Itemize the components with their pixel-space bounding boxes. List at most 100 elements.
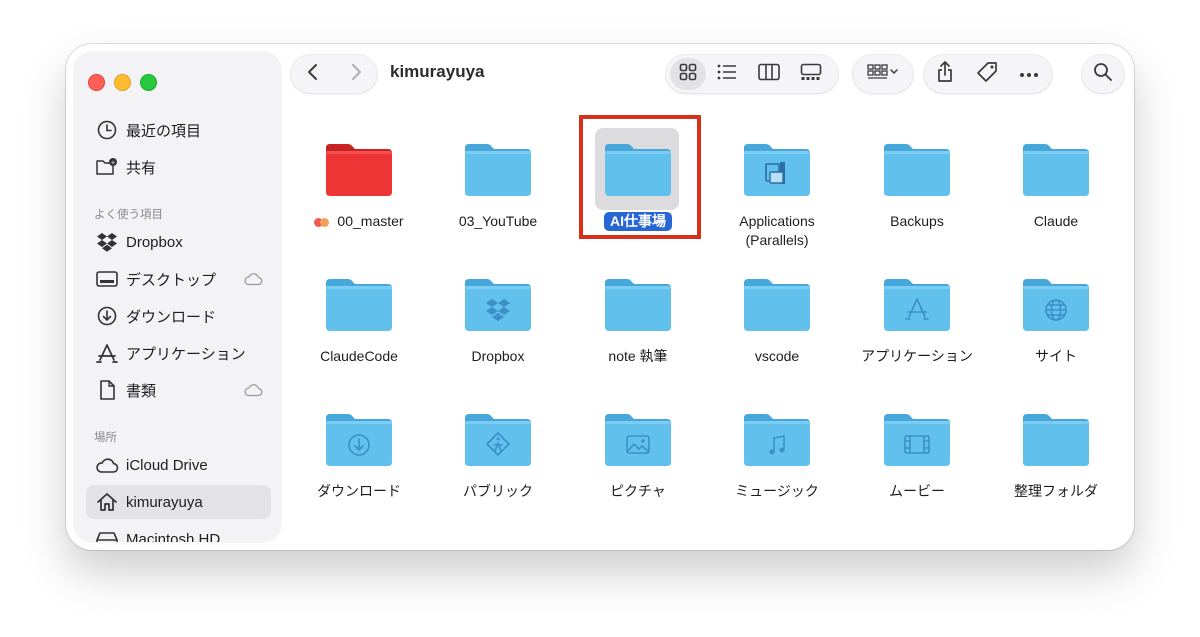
folder-icon — [603, 275, 673, 335]
search-button[interactable] — [1082, 55, 1124, 93]
folder-label-text: ミュージック — [735, 483, 819, 499]
sidebar-item-recents[interactable]: 最近の項目 — [86, 113, 271, 147]
tag-button[interactable] — [966, 58, 1008, 90]
group-by-icon — [867, 63, 899, 85]
folder-item[interactable]: アプリケーション — [852, 275, 982, 385]
zoom-button[interactable] — [140, 74, 157, 91]
folder-label-text: vscode — [754, 348, 800, 364]
folder-item[interactable]: Dropbox — [433, 275, 563, 385]
sidebar-item-label: 書類 — [126, 382, 157, 400]
sidebar-item-desktop[interactable]: デスクトップ — [86, 262, 271, 296]
sidebar-item-dropbox[interactable]: Dropbox — [86, 225, 271, 259]
sidebar-item-icloud-drive[interactable]: iCloud Drive — [86, 448, 271, 482]
sidebar-item-downloads[interactable]: ダウンロード — [86, 299, 271, 333]
folder-label: パブリック — [433, 482, 563, 501]
folder-item[interactable]: ダウンロード — [294, 410, 424, 520]
parallels-folder-icon — [742, 140, 812, 200]
folder-label-text: Backups — [890, 213, 944, 229]
list-view-button[interactable] — [706, 58, 748, 90]
downloads-folder-icon — [324, 410, 394, 470]
share-icon — [936, 60, 954, 88]
sidebar-item-label: 共有 — [126, 159, 157, 177]
view-mode-group — [666, 55, 838, 93]
home-icon — [92, 490, 122, 514]
folder-label-text: サイト — [1035, 348, 1077, 364]
folder-item[interactable]: ミュージック — [712, 410, 842, 520]
folder-label: vscode — [712, 347, 842, 366]
sidebar-item-applications[interactable]: アプリケーション — [86, 336, 271, 370]
folder-item[interactable]: ムービー — [852, 410, 982, 520]
folder-label: 03_YouTube — [433, 212, 563, 231]
folder-item[interactable]: 整理フォルダ — [991, 410, 1121, 520]
more-icon — [1019, 65, 1039, 83]
folder-label-text: ピクチャ — [610, 483, 666, 499]
nav-buttons — [291, 55, 377, 93]
folder-label-text: ダウンロード — [317, 483, 401, 499]
shared-folder-icon: + — [92, 155, 122, 179]
pictures-folder-icon — [603, 410, 673, 470]
sidebar-item-label: Macintosh HD — [126, 530, 221, 543]
more-button[interactable] — [1008, 58, 1050, 90]
sidebar-item-label: アプリケーション — [126, 345, 246, 363]
chevron-left-icon — [307, 63, 319, 86]
sidebar-item-label: 最近の項目 — [126, 122, 202, 140]
sidebar-item-label: デスクトップ — [126, 271, 217, 289]
folder-item[interactable]: パブリック — [433, 410, 563, 520]
folder-label: Applications (Parallels) — [712, 212, 842, 250]
gallery-view-icon — [800, 63, 822, 86]
folder-item[interactable]: Backups — [852, 140, 982, 250]
sidebar-item-home[interactable]: kimurayuya — [86, 485, 271, 519]
folder-label: Backups — [852, 212, 982, 231]
download-icon — [92, 304, 122, 328]
sidebar-item-shared[interactable]: + 共有 — [86, 150, 271, 184]
minimize-button[interactable] — [114, 74, 131, 91]
desktop-icon — [92, 267, 122, 291]
folder-label-text: アプリケーション — [861, 348, 973, 364]
folder-item[interactable]: Claude — [991, 140, 1121, 250]
folder-label-text: AI仕事場 — [604, 212, 672, 231]
folder-item[interactable]: AI仕事場 — [573, 140, 703, 250]
folder-item[interactable]: サイト — [991, 275, 1121, 385]
locations-header: 場所 — [94, 432, 117, 444]
folder-label: ピクチャ — [573, 482, 703, 501]
folder-label: 整理フォルダ — [991, 482, 1121, 501]
folder-label-text: ムービー — [889, 483, 945, 499]
folder-label: サイト — [991, 347, 1121, 366]
folder-item[interactable]: 00_master — [294, 140, 424, 250]
apps-folder-icon — [882, 275, 952, 335]
folder-item[interactable]: 03_YouTube — [433, 140, 563, 250]
folder-label: ダウンロード — [294, 482, 424, 501]
sites-folder-icon — [1021, 275, 1091, 335]
folder-label: AI仕事場 — [573, 212, 703, 231]
sidebar-item-documents[interactable]: 書類 — [86, 373, 271, 407]
gallery-view-button[interactable] — [790, 58, 832, 90]
window-title: kimurayuya — [390, 62, 485, 81]
document-icon — [92, 378, 122, 402]
folder-label-text: 00_master — [337, 213, 404, 229]
folder-label: ムービー — [852, 482, 982, 501]
folder-icon — [1021, 410, 1091, 470]
folder-label-text: ClaudeCode — [320, 348, 398, 364]
folder-icon — [882, 140, 952, 200]
folder-item[interactable]: ピクチャ — [573, 410, 703, 520]
finder-window: 最近の項目 + 共有 よく使う項目 Dropbox デスクトップ ダウンロード … — [66, 44, 1134, 550]
folder-item[interactable]: ClaudeCode — [294, 275, 424, 385]
share-button[interactable] — [924, 58, 966, 90]
folder-label: Dropbox — [433, 347, 563, 366]
group-by-button[interactable] — [853, 55, 913, 93]
column-view-button[interactable] — [748, 58, 790, 90]
close-button[interactable] — [88, 74, 105, 91]
folder-label-text: 03_YouTube — [458, 213, 538, 229]
sidebar: 最近の項目 + 共有 よく使う項目 Dropbox デスクトップ ダウンロード … — [74, 52, 281, 542]
hard-drive-icon — [92, 527, 122, 542]
search-icon — [1093, 62, 1113, 87]
music-folder-icon — [742, 410, 812, 470]
folder-item[interactable]: Applications (Parallels) — [712, 140, 842, 250]
folder-icon — [603, 140, 673, 200]
folder-item[interactable]: note 執筆 — [573, 275, 703, 385]
icon-view-button[interactable] — [670, 58, 706, 90]
forward-button[interactable] — [334, 58, 377, 90]
folder-item[interactable]: vscode — [712, 275, 842, 385]
sidebar-item-macintosh-hd[interactable]: Macintosh HD — [86, 522, 271, 542]
back-button[interactable] — [291, 58, 334, 90]
